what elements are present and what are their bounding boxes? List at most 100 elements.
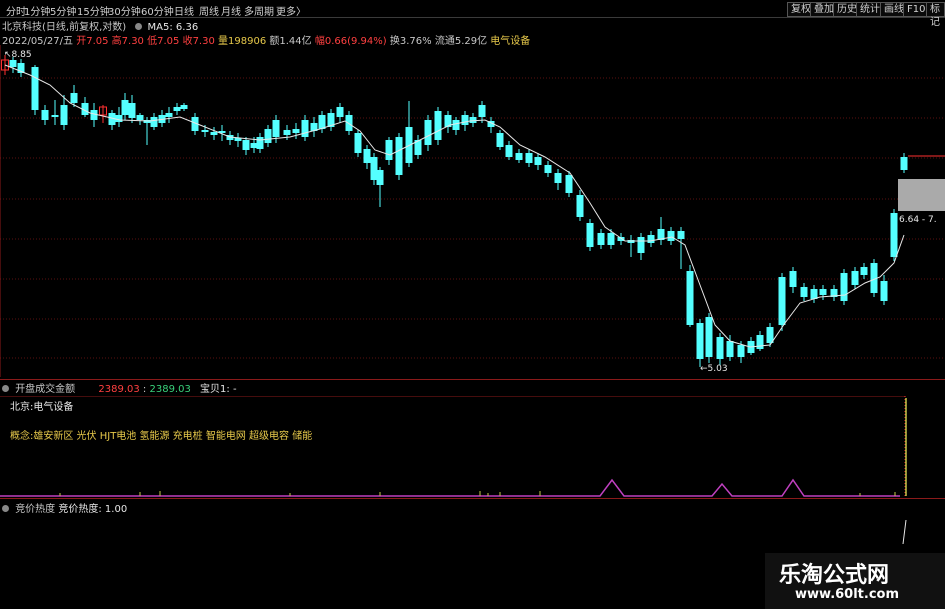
- candlestick-chart[interactable]: ↖8.85 ←5.03 6.64 - 7.: [0, 45, 945, 377]
- candle-body: [51, 115, 59, 117]
- candle-body: [272, 120, 280, 137]
- candle-body: [461, 115, 469, 125]
- panel-toggle-icon[interactable]: [2, 505, 9, 512]
- candle-body: [376, 170, 384, 185]
- candle-body: [250, 143, 258, 148]
- heat-line: [902, 519, 907, 545]
- candle-body: [363, 149, 371, 163]
- period-tab[interactable]: 15分钟: [77, 3, 110, 18]
- candle-body: [345, 115, 353, 131]
- candle-body: [395, 137, 403, 175]
- candle-body: [180, 105, 188, 109]
- watermark-url: www.60lt.com: [795, 587, 900, 602]
- price-highlight: [898, 179, 945, 211]
- candle-body: [756, 335, 764, 349]
- period-tab[interactable]: 30分钟: [108, 3, 141, 18]
- candle-body: [336, 107, 344, 117]
- low-annotation: ←5.03: [700, 364, 728, 374]
- candle-body: [778, 277, 786, 325]
- candle-body: [201, 130, 209, 132]
- period-toolbar: 分时 1分钟 5分钟 15分钟 30分钟 60分钟 日线 周线 月线 多周期 更多〉 复权 叠加 历史统…: [0, 0, 945, 28]
- period-tab[interactable]: 5分钟: [50, 3, 76, 18]
- period-tab[interactable]: 更多〉: [276, 3, 306, 18]
- candle-body: [354, 133, 362, 153]
- candle-body: [370, 157, 378, 180]
- candle-body: [210, 132, 218, 135]
- candle-body: [705, 317, 713, 357]
- candle-body: [789, 271, 797, 287]
- period-tab[interactable]: 多周期: [244, 3, 274, 18]
- candle-body: [173, 107, 181, 111]
- toolbar-button[interactable]: 标记: [926, 2, 945, 28]
- heat-baseline: [0, 478, 900, 497]
- candle-body: [496, 133, 504, 147]
- candle-body: [292, 129, 300, 133]
- candle-body: [301, 120, 309, 137]
- period-tab[interactable]: 日线: [174, 3, 194, 18]
- candle-body: [505, 145, 513, 157]
- candle-body: [256, 137, 264, 149]
- ma-icon: [135, 23, 143, 30]
- candle-body: [726, 341, 734, 357]
- period-tab[interactable]: 60分钟: [141, 3, 174, 18]
- candle-body: [597, 233, 605, 245]
- candle-body: [716, 337, 724, 359]
- volume-panel: [0, 396, 907, 497]
- candle-body: [515, 153, 523, 160]
- candle-body: [737, 345, 745, 357]
- candle-body: [283, 130, 291, 135]
- candle-body: [586, 223, 594, 247]
- candle-body: [840, 273, 848, 301]
- candle-body: [544, 165, 552, 173]
- panel-divider: [0, 498, 945, 499]
- candle-body: [890, 213, 898, 257]
- candle-body: [264, 129, 272, 143]
- candle-body: [860, 267, 868, 275]
- candle-body: [424, 120, 432, 145]
- price-tag: 6.64 - 7.: [899, 215, 937, 225]
- candle-body: [385, 140, 393, 160]
- candle-body: [686, 271, 694, 325]
- candle-body: [607, 233, 615, 245]
- candle-body: [434, 111, 442, 140]
- high-annotation: ↖8.85: [4, 50, 32, 60]
- candle-body: [800, 287, 808, 297]
- candle-body: [452, 120, 460, 130]
- candle-body: [880, 281, 888, 301]
- candle-body: [677, 231, 685, 239]
- candle-body: [41, 110, 49, 120]
- candle-body: [136, 115, 144, 120]
- candle-body: [851, 271, 859, 285]
- watermark-brand: 乐淘公式网: [779, 563, 890, 588]
- candle-body: [115, 115, 123, 122]
- candle-body: [647, 235, 655, 243]
- candle-body: [565, 175, 573, 193]
- candle-body: [554, 173, 562, 183]
- candle-body: [150, 117, 158, 127]
- candle-body: [900, 157, 908, 170]
- period-tab[interactable]: 月线: [221, 3, 241, 18]
- candle-body: [637, 237, 645, 253]
- candle-body: [534, 157, 542, 165]
- candle-body: [165, 113, 173, 117]
- candle-body: [318, 115, 326, 129]
- period-tab[interactable]: 1分钟: [24, 3, 50, 18]
- candle-body: [121, 100, 129, 115]
- candle-body: [469, 117, 477, 123]
- candle-body: [478, 105, 486, 117]
- period-tab[interactable]: 分时: [6, 3, 26, 18]
- candle-body: [810, 289, 818, 299]
- candle-body: [819, 289, 827, 295]
- candle-body: [31, 67, 39, 110]
- candle-body: [60, 105, 68, 125]
- period-tab[interactable]: 周线: [199, 3, 219, 18]
- candle-body: [667, 231, 675, 241]
- candle-body: [242, 140, 250, 150]
- ma5-line: [4, 64, 905, 348]
- candle-body: [9, 60, 17, 67]
- watermark: 乐淘公式网 www.60lt.com: [765, 553, 945, 609]
- candle-body: [696, 323, 704, 359]
- panel2-border: [0, 396, 905, 397]
- candle-body: [525, 153, 533, 163]
- stock-title-line: 北京科技(日线,前复权,对数) MA5: 6.36: [2, 18, 198, 33]
